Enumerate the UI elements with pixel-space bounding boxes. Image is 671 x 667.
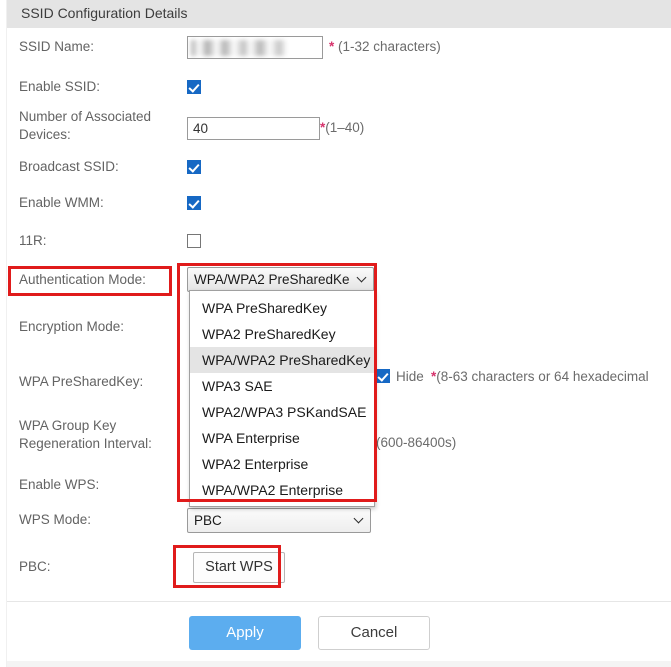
dropdown-option[interactable]: WPA/WPA2 PreSharedKey (190, 347, 374, 373)
eleven-r-checkbox[interactable] (187, 234, 201, 249)
number-of-devices-hint-text: (1–40) (325, 120, 365, 135)
pbc-label: PBC: (19, 559, 51, 574)
wps-mode-selected-value: PBC (194, 513, 222, 528)
wpa-presharedkey-hint: *(8-63 characters or 64 hexadecimal (431, 369, 649, 384)
chevron-down-icon (358, 274, 367, 283)
authentication-mode-dropdown-list[interactable]: WPA PreSharedKey WPA2 PreSharedKey WPA/WPA… (189, 290, 375, 507)
number-of-devices-input[interactable] (187, 117, 320, 140)
number-of-devices-hint: *(1–40) (320, 120, 364, 135)
dropdown-option[interactable]: WPA2/WPA3 PSKandSAE (190, 399, 374, 425)
footer-strip (7, 661, 671, 667)
dropdown-option[interactable]: WPA2 PreSharedKey (190, 321, 374, 347)
enable-wmm-checkbox[interactable] (187, 196, 201, 211)
broadcast-ssid-label: Broadcast SSID: (19, 159, 119, 174)
enable-wmm-label: Enable WMM: (19, 195, 104, 210)
number-of-devices-label: Number of Associated Devices: (19, 109, 152, 142)
form-body: SSID Name: * (1-32 characters) Enable SS… (7, 28, 671, 601)
row-pbc: PBC: Start WPS (7, 552, 671, 586)
start-wps-button[interactable]: Start WPS (193, 552, 285, 583)
row-enable-ssid: Enable SSID: (7, 78, 671, 106)
authentication-mode-label: Authentication Mode: (19, 272, 146, 287)
wps-mode-select[interactable]: PBC (187, 508, 371, 533)
redacted-value-overlay (191, 40, 287, 56)
wpa-presharedkey-hint-text: (8-63 characters or 64 hexadecimal (436, 369, 649, 384)
page-title: SSID Configuration Details (21, 5, 188, 21)
ssid-configuration-page: SSID Configuration Details SSID Name: * … (0, 0, 671, 667)
wpa-presharedkey-label: WPA PreSharedKey: (19, 374, 144, 389)
chevron-down-icon (355, 515, 364, 524)
row-wps-mode: WPS Mode: PBC (7, 508, 671, 539)
row-broadcast-ssid: Broadcast SSID: (7, 158, 671, 186)
wps-mode-label: WPS Mode: (19, 512, 92, 527)
broadcast-ssid-checkbox[interactable] (187, 160, 201, 175)
ssid-name-hint-text: (1-32 characters) (334, 39, 441, 54)
hide-password-checkbox[interactable] (376, 369, 390, 384)
left-gutter (0, 0, 7, 667)
ssid-name-input[interactable] (187, 36, 323, 59)
cancel-button[interactable]: Cancel (318, 616, 430, 650)
hide-label: Hide (396, 369, 424, 384)
dropdown-option[interactable]: WPA PreSharedKey (190, 295, 374, 321)
enable-wps-label: Enable WPS: (19, 477, 100, 492)
wpa-group-key-label: WPA Group Key Regeneration Interval: (19, 418, 152, 451)
hide-checkbox-wrap (376, 368, 390, 384)
encryption-mode-label: Encryption Mode: (19, 319, 125, 334)
footer-actions: Apply Cancel (7, 601, 671, 661)
dropdown-option[interactable]: WPA Enterprise (190, 425, 374, 451)
row-number-of-devices: Number of Associated Devices: *(1–40) (7, 108, 671, 150)
wpa-group-key-hint: (600-86400s) (376, 435, 457, 450)
row-enable-wmm: Enable WMM: (7, 194, 671, 222)
enable-ssid-checkbox[interactable] (187, 80, 201, 95)
row-11r: 11R: (7, 232, 671, 260)
ssid-name-hint: * (1-32 characters) (329, 39, 441, 54)
enable-ssid-label: Enable SSID: (19, 79, 101, 94)
row-ssid-name: SSID Name: * (1-32 characters) (7, 36, 671, 66)
authentication-mode-selected-value: WPA/WPA2 PreSharedKe (194, 272, 350, 287)
authentication-mode-select[interactable]: WPA/WPA2 PreSharedKe (187, 267, 374, 292)
apply-button[interactable]: Apply (189, 616, 301, 650)
dropdown-option[interactable]: WPA2 Enterprise (190, 451, 374, 477)
ssid-name-label: SSID Name: (19, 39, 95, 54)
dropdown-option[interactable]: WPA3 SAE (190, 373, 374, 399)
eleven-r-label: 11R: (19, 233, 47, 248)
dropdown-option[interactable]: WPA/WPA2 Enterprise (190, 477, 374, 503)
panel-header: SSID Configuration Details (7, 0, 671, 28)
